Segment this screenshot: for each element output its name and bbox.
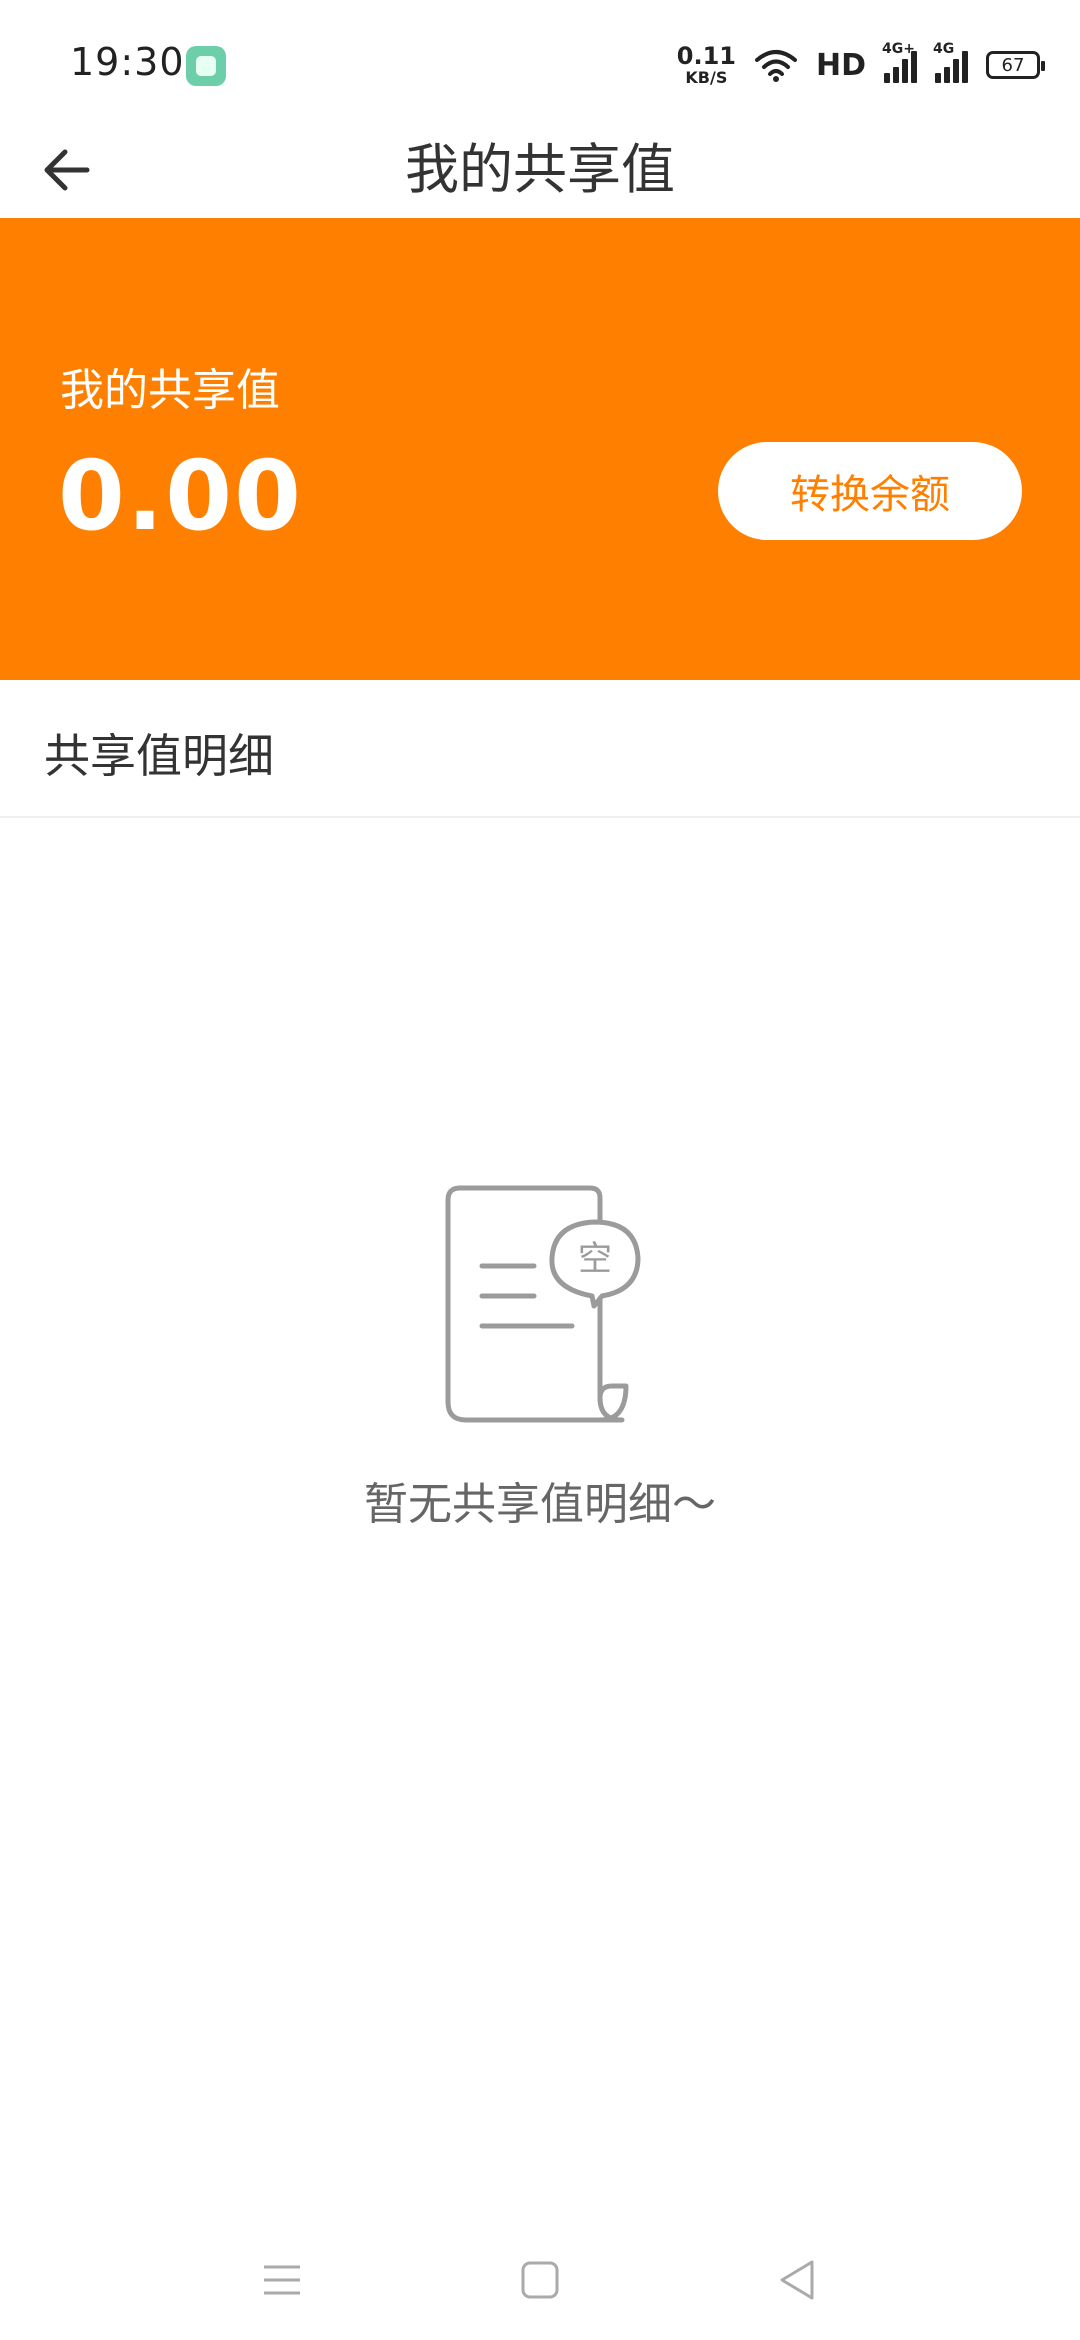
network-speed-unit: KB/S	[685, 68, 728, 87]
home-icon	[521, 2261, 559, 2299]
back-triangle-icon	[780, 2260, 814, 2300]
app-notification-icon	[186, 46, 226, 86]
empty-document-icon: 空	[400, 1180, 680, 1430]
status-indicators: 0.11 KB/S HD 4G+ 4G 67	[677, 40, 1045, 90]
signal-icon: 4G+	[882, 41, 917, 83]
convert-balance-button[interactable]: 转换余额	[718, 442, 1022, 540]
status-bar: 19:30 0.11 KB/S HD 4G+ 4G 67	[0, 0, 1080, 120]
empty-state: 空 暂无共享值明细～	[0, 1180, 1080, 1532]
hd-badge: HD	[815, 47, 866, 83]
screen: 19:30 0.11 KB/S HD 4G+ 4G 67 我的共享值 我的共享值…	[0, 0, 1080, 2340]
balance-card: 我的共享值 0.00 转换余额	[0, 218, 1080, 680]
signal-label: 4G+	[882, 41, 915, 57]
battery-icon: 67	[986, 51, 1045, 79]
battery-level: 67	[1001, 54, 1025, 76]
home-button[interactable]	[510, 2250, 570, 2310]
back-nav-button[interactable]	[766, 2250, 826, 2310]
network-speed: 0.11 KB/S	[677, 44, 736, 86]
balance-label: 我的共享值	[60, 365, 280, 416]
empty-badge-text: 空	[578, 1239, 612, 1279]
signal-label-2: 4G	[933, 41, 955, 57]
menu-icon	[264, 2265, 300, 2295]
network-speed-value: 0.11	[676, 42, 736, 70]
system-nav-bar	[0, 2220, 1080, 2330]
status-time: 19:30	[70, 40, 185, 84]
details-section-title: 共享值明细	[44, 729, 274, 783]
app-header: 我的共享值	[0, 120, 1080, 220]
signal-icon-2: 4G	[933, 41, 968, 83]
details-section-header: 共享值明细	[0, 680, 1080, 818]
balance-value: 0.00	[58, 440, 303, 552]
menu-button[interactable]	[252, 2250, 312, 2310]
empty-state-message: 暂无共享值明细～	[364, 1479, 716, 1530]
wifi-icon	[754, 50, 797, 82]
page-title: 我的共享值	[405, 138, 675, 201]
